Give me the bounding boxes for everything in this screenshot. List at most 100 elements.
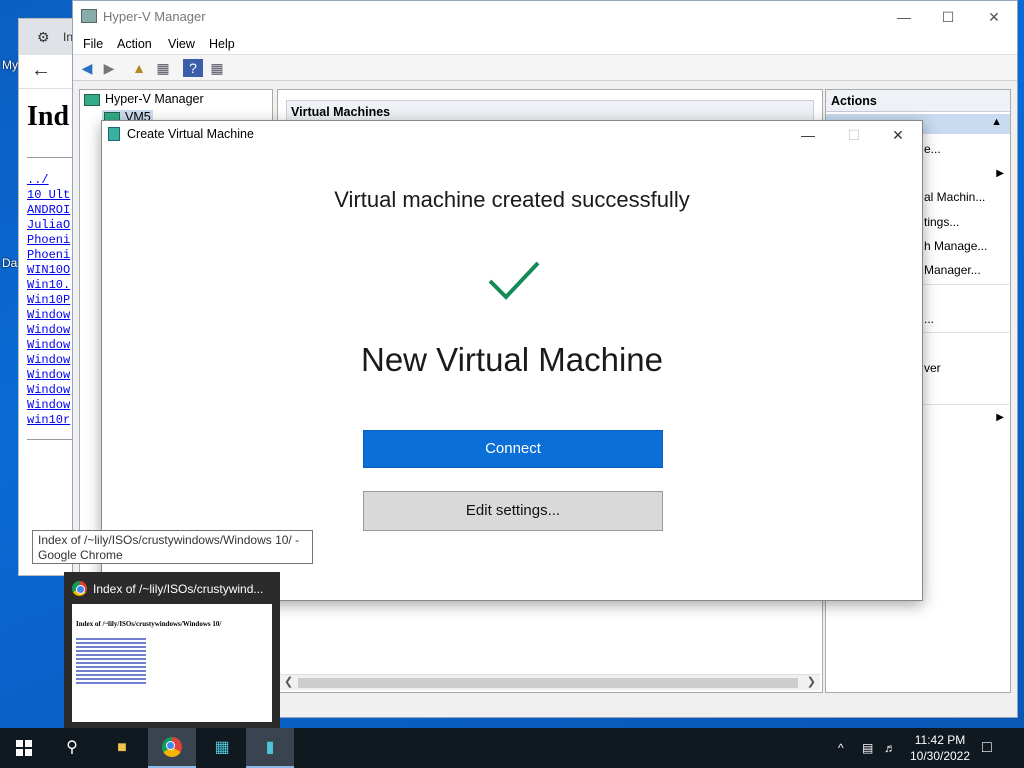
action-item[interactable]: e... <box>924 142 941 156</box>
menu-bar: File Action View Help <box>73 33 1017 55</box>
scroll-left-icon[interactable]: ❮ <box>284 675 293 688</box>
file-link[interactable]: Window <box>27 338 70 353</box>
thumbnail-title: Index of /~lily/ISOs/crustywind... <box>93 582 264 596</box>
submenu-arrow-icon[interactable]: ▶ <box>996 168 1004 179</box>
file-link[interactable]: Window <box>27 308 70 323</box>
clock-date: 10/30/2022 <box>909 749 971 763</box>
show-hide-action-pane-icon[interactable]: ▦ <box>207 59 227 77</box>
file-link[interactable]: Win10. <box>27 278 70 293</box>
title-bar: Hyper-V Manager — ☐ ✕ <box>73 1 1017 33</box>
chrome-icon <box>72 581 87 596</box>
file-link[interactable]: Window <box>27 398 70 413</box>
show-hide-tree-icon[interactable]: ▦ <box>153 59 173 77</box>
separator <box>916 332 1010 333</box>
back-icon[interactable]: ◀ <box>77 59 97 77</box>
forward-icon[interactable]: ▶ <box>99 59 119 77</box>
action-item[interactable]: ver <box>924 361 941 375</box>
checkmark-icon <box>488 261 540 300</box>
virtual-machines-header: Virtual Machines <box>286 100 814 122</box>
file-link[interactable]: Window <box>27 383 70 398</box>
start-button[interactable] <box>0 728 48 768</box>
dialog-title-bar: Create Virtual Machine — ☐ ✕ <box>102 121 922 149</box>
maximize-button[interactable]: ☐ <box>925 3 971 31</box>
page-icon: ⚙ <box>37 29 50 45</box>
windows-logo-icon <box>16 740 32 756</box>
minimize-button[interactable]: — <box>881 3 927 31</box>
page-title: Ind <box>27 101 70 132</box>
hyperv-icon <box>81 9 97 23</box>
scrollbar-thumb[interactable] <box>298 678 798 688</box>
tooltip-line: Google Chrome <box>38 548 123 562</box>
scroll-right-icon[interactable]: ❯ <box>807 675 816 688</box>
thumbnail-link-lines <box>76 638 266 686</box>
file-link[interactable]: JuliaO <box>27 218 70 233</box>
hyperv-manager-icon[interactable]: ▦ <box>198 728 246 768</box>
search-icon[interactable]: ⚲ <box>48 728 96 768</box>
toolbar: ◀ ▶ ▲ ▦ ? ▦ <box>73 55 1017 81</box>
help-icon[interactable]: ? <box>183 59 203 77</box>
desktop-icon-label[interactable]: My <box>2 58 18 72</box>
up-folder-icon[interactable]: ▲ <box>129 59 149 77</box>
file-link[interactable]: Phoeni <box>27 248 70 263</box>
create-vm-dialog: Create Virtual Machine — ☐ ✕ Virtual mac… <box>101 120 923 601</box>
vmconnect-icon[interactable]: ▮ <box>246 728 294 768</box>
file-link[interactable]: Window <box>27 323 70 338</box>
action-item[interactable]: h Manage... <box>924 239 987 253</box>
tree-root-label: Hyper-V Manager <box>105 92 204 106</box>
clock[interactable]: 11:42 PM 10/30/2022 <box>900 732 980 764</box>
file-link-list: ../ 10 Ult ANDROI JuliaO Phoeni Phoeni W… <box>27 173 70 428</box>
action-item[interactable]: tings... <box>924 215 959 229</box>
file-explorer-icon[interactable]: ■ <box>98 728 146 768</box>
file-link[interactable]: Window <box>27 353 70 368</box>
thumbnail-image[interactable]: Index of /~lily/ISOs/crustywindows/Windo… <box>72 604 272 722</box>
menu-file[interactable]: File <box>83 37 103 51</box>
menu-view[interactable]: View <box>168 37 195 51</box>
desktop-icon-label[interactable]: Da <box>2 256 17 270</box>
edit-settings-button[interactable]: Edit settings... <box>363 491 663 531</box>
chrome-icon <box>162 737 182 757</box>
clock-time: 11:42 PM <box>914 733 966 747</box>
taskbar-tooltip: Index of /~lily/ISOs/crustywindows/Windo… <box>32 530 313 564</box>
close-button[interactable]: ✕ <box>971 3 1017 31</box>
file-link[interactable]: ANDROI <box>27 203 70 218</box>
action-item[interactable]: al Machin... <box>924 190 985 204</box>
vm-name: New Virtual Machine <box>360 341 664 378</box>
volume-icon[interactable]: ♬ <box>884 728 896 768</box>
thumbnail-page-heading: Index of /~lily/ISOs/crustywindows/Windo… <box>76 620 222 628</box>
file-link[interactable]: ../ <box>27 173 70 188</box>
file-link[interactable]: 10 Ult <box>27 188 70 203</box>
action-item[interactable]: Manager... <box>924 263 981 277</box>
notification-center-icon[interactable]: □ <box>982 728 992 768</box>
network-icon[interactable]: ▤ <box>862 728 873 768</box>
back-arrow-icon[interactable]: ← <box>31 59 51 82</box>
thumbnail-title-row: Index of /~lily/ISOs/crustywind... <box>72 581 263 596</box>
submenu-arrow-icon[interactable]: ▶ <box>996 412 1004 423</box>
file-link[interactable]: Win10P <box>27 293 70 308</box>
separator <box>916 284 1010 285</box>
maximize-button: ☐ <box>847 127 861 143</box>
chrome-taskbar-button[interactable] <box>148 728 196 768</box>
tooltip-line: Index of /~lily/ISOs/crustywindows/Windo… <box>38 533 300 547</box>
minimize-button[interactable]: — <box>786 123 830 147</box>
menu-help[interactable]: Help <box>209 37 235 51</box>
file-link[interactable]: WIN10O <box>27 263 70 278</box>
show-hidden-icons-chevron-icon[interactable]: ^ <box>838 728 844 768</box>
dialog-title: Create Virtual Machine <box>127 127 254 141</box>
vm-icon <box>108 127 120 141</box>
file-link[interactable]: Phoeni <box>27 233 70 248</box>
menu-action[interactable]: Action <box>117 37 152 51</box>
connect-button[interactable]: Connect <box>363 430 663 468</box>
actions-title: Actions <box>826 90 1010 112</box>
tree-item-root[interactable]: Hyper-V Manager <box>84 92 204 106</box>
chrome-thumbnail-preview[interactable]: Index of /~lily/ISOs/crustywind... Index… <box>64 572 280 728</box>
close-button[interactable]: ✕ <box>876 123 920 147</box>
file-link[interactable]: win10r <box>27 413 70 428</box>
hyperv-icon <box>84 93 100 106</box>
action-item[interactable]: ... <box>924 312 934 326</box>
horizontal-scrollbar[interactable]: ❮ ❯ <box>280 674 820 690</box>
window-title: Hyper-V Manager <box>103 9 206 24</box>
taskbar: ⚲ ■ ▦ ▮ ^ ▤ ♬ 11:42 PM 10/30/2022 □ <box>0 728 1024 768</box>
collapse-up-icon[interactable]: ▲ <box>991 116 1002 128</box>
separator <box>916 404 1010 405</box>
file-link[interactable]: Window <box>27 368 70 383</box>
